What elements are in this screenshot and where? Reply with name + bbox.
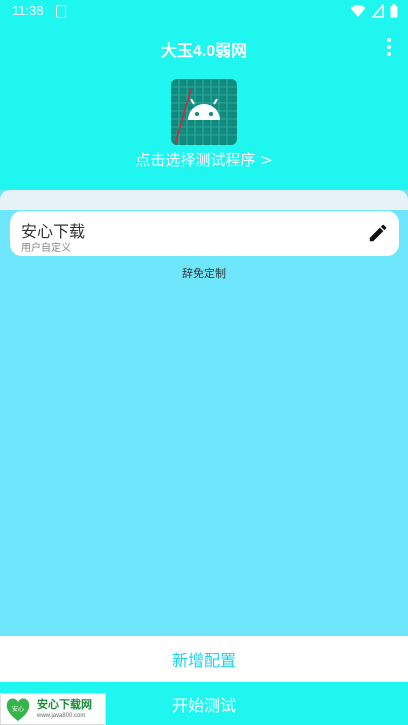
overflow-menu-icon[interactable] <box>384 38 394 56</box>
wifi-icon <box>350 5 366 17</box>
android-app-icon[interactable] <box>171 79 237 145</box>
app-bar: 大玉4.0弱网 点击选择测试程序 > <box>0 24 408 190</box>
select-program-link[interactable]: 点击选择测试程序 > <box>0 149 408 170</box>
signal-icon <box>372 4 384 18</box>
status-time: 11:38 <box>12 3 44 18</box>
config-type: 用户自定义 <box>21 243 71 254</box>
config-card[interactable]: 安心下载 用户自定义 <box>10 211 399 256</box>
notification-icon <box>56 5 66 18</box>
edit-icon[interactable] <box>367 222 389 244</box>
watermark-title: 安心下载网 <box>37 698 92 711</box>
add-config-button[interactable]: 新增配置 <box>0 636 408 682</box>
watermark-url: www.java800.com <box>37 712 86 719</box>
watermark-logo: 安心 <box>6 698 30 721</box>
app-title: 大玉4.0弱网 <box>160 43 248 60</box>
content-panel-top <box>0 190 408 210</box>
svg-text:安心: 安心 <box>12 705 24 713</box>
watermark: 安心 安心下载网 www.java800.com <box>0 693 106 725</box>
status-bar: 11:38 <box>0 0 408 24</box>
battery-icon <box>390 4 398 18</box>
credit-text: 辞免定制 <box>182 267 226 280</box>
status-icons <box>350 4 398 18</box>
